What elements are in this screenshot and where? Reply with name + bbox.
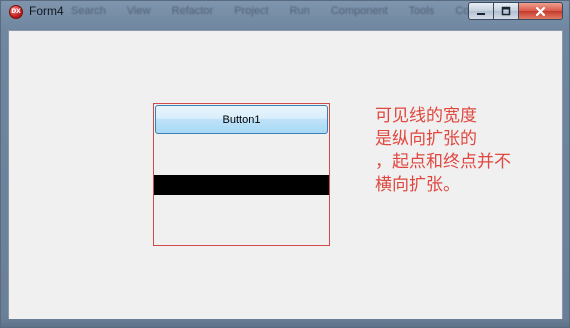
background-menu-item: Tools [408, 5, 435, 17]
app-window: DX Form4 Search View Refactor Project Ru… [0, 0, 570, 328]
button1[interactable]: Button1 [155, 105, 328, 134]
background-menu-item: Refactor [171, 5, 214, 17]
bordered-panel: Button1 [153, 103, 330, 246]
background-window-menu: Search View Refactor Project Run Compone… [71, 5, 474, 19]
black-line-bar [154, 175, 329, 195]
annotation-text: 可见线的宽度 是纵向扩张的 ，起点和终点并不 横向扩张。 [375, 105, 560, 197]
maximize-button[interactable] [494, 2, 519, 20]
background-menu-item: Search [71, 5, 106, 17]
annotation-line: ，起点和终点并不 [375, 152, 511, 172]
form-client-area: Button1 可见线的宽度 是纵向扩张的 ，起点和终点并不 横向扩张。 [8, 30, 563, 321]
close-button[interactable] [519, 2, 563, 20]
app-icon[interactable]: DX [9, 5, 23, 19]
annotation-line: 横向扩张。 [375, 175, 460, 195]
title-bar[interactable]: DX Form4 Search View Refactor Project Ru… [1, 1, 569, 23]
maximize-icon [501, 6, 511, 16]
caption-buttons [468, 2, 563, 20]
background-menu-item: Project [234, 5, 269, 17]
annotation-line: 是纵向扩张的 [375, 129, 477, 149]
background-menu-item: Component [330, 5, 388, 17]
background-menu-item: Run [289, 5, 310, 17]
minimize-icon [477, 13, 485, 15]
window-title: Form4 [29, 4, 64, 18]
close-icon [535, 6, 546, 16]
minimize-button[interactable] [468, 2, 494, 20]
background-menu-item: View [126, 5, 151, 17]
annotation-line: 可见线的宽度 [375, 106, 477, 126]
window-bottom-edge [1, 319, 569, 327]
